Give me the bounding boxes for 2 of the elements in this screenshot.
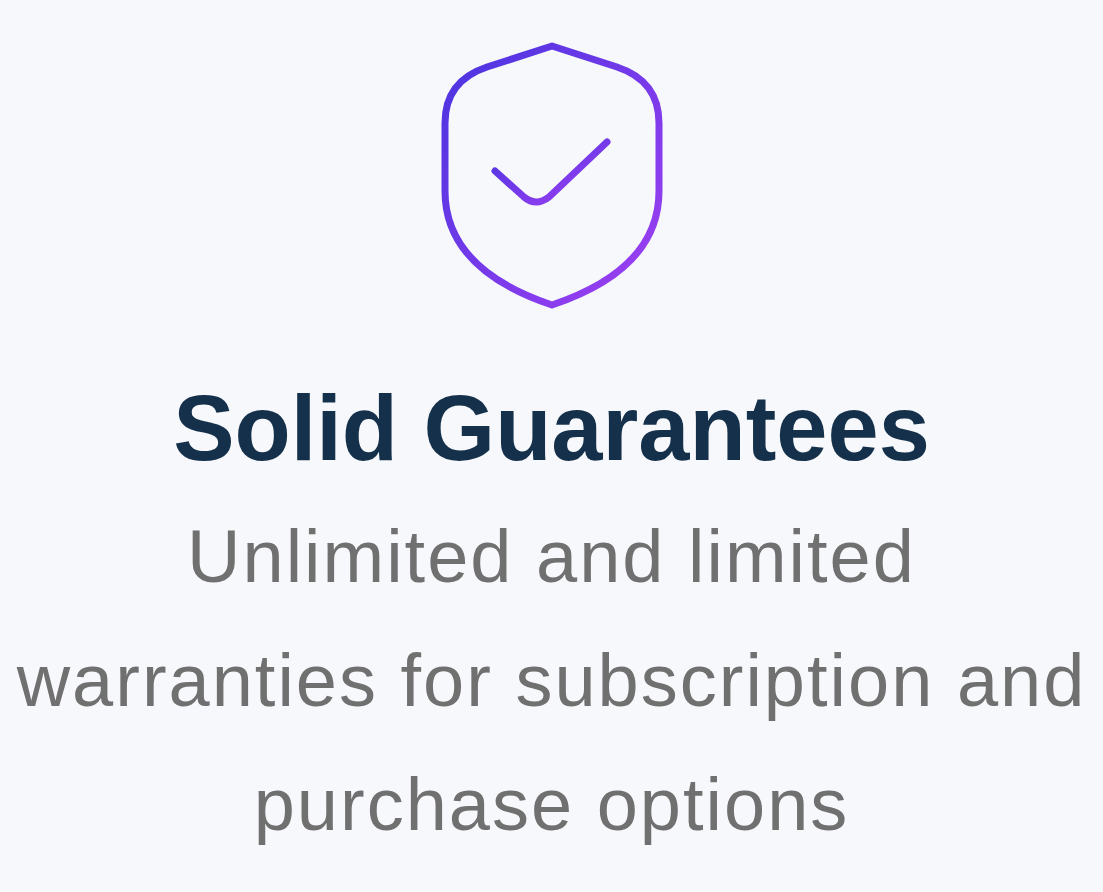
feature-title: Solid Guarantees [173, 376, 930, 481]
feature-description: Unlimited and limited warranties for subscription and purchase options [15, 514, 1088, 848]
